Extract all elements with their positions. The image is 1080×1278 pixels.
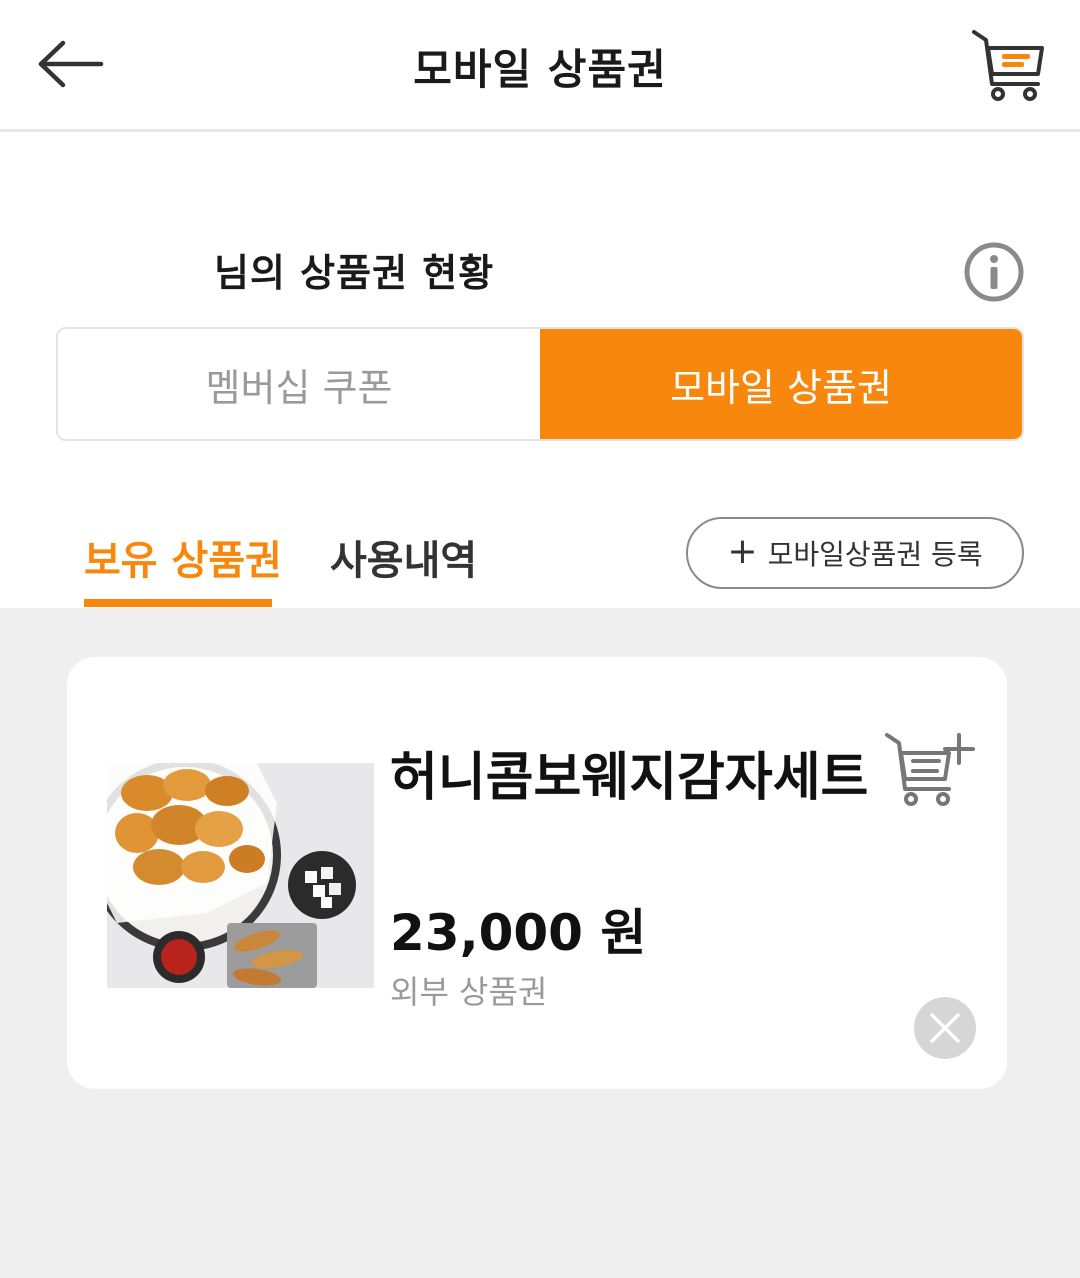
cart-icon <box>972 30 1044 101</box>
info-icon <box>964 242 1024 302</box>
tab-usage-history[interactable]: 사용내역 <box>330 528 477 586</box>
close-icon <box>930 1013 960 1043</box>
app-header: 모바일 상품권 <box>0 0 1080 132</box>
info-button[interactable] <box>962 240 1026 304</box>
cart-button[interactable] <box>968 26 1052 104</box>
delete-voucher-button[interactable] <box>914 997 976 1059</box>
register-voucher-label: 모바일상품권 등록 <box>767 538 983 571</box>
add-to-cart-icon <box>885 733 975 806</box>
voucher-type-label: 외부 상품권 <box>390 973 548 1011</box>
voucher-card[interactable]: 허니콤보웨지감자세트 23,000 원 외부 상품권 <box>67 657 1007 1089</box>
tab-owned-vouchers[interactable]: 보유 상품권 <box>84 528 282 586</box>
voucher-product-name: 허니콤보웨지감자세트 <box>390 748 869 808</box>
voucher-price: 23,000 원 <box>390 904 647 962</box>
active-tab-indicator <box>84 599 272 607</box>
register-voucher-button[interactable]: + 모바일상품권 등록 <box>686 517 1024 589</box>
voucher-status-title: 님의 상품권 현황 <box>214 251 495 295</box>
plus-icon: + <box>727 530 758 572</box>
voucher-status-row: 님의 상품권 현황 <box>0 232 1080 312</box>
voucher-category-segment: 멤버십 쿠폰 모바일 상품권 <box>56 327 1024 441</box>
segment-membership-coupon[interactable]: 멤버십 쿠폰 <box>58 329 540 439</box>
segment-mobile-voucher[interactable]: 모바일 상품권 <box>540 329 1022 439</box>
fried-chicken-set-photo <box>107 763 374 988</box>
add-to-cart-button[interactable] <box>883 729 975 811</box>
page-title: 모바일 상품권 <box>413 45 667 94</box>
voucher-product-image <box>107 763 374 988</box>
voucher-subtabs: 보유 상품권 사용내역 + 모바일상품권 등록 <box>0 500 1080 608</box>
voucher-list: 허니콤보웨지감자세트 23,000 원 외부 상품권 <box>0 608 1080 1278</box>
